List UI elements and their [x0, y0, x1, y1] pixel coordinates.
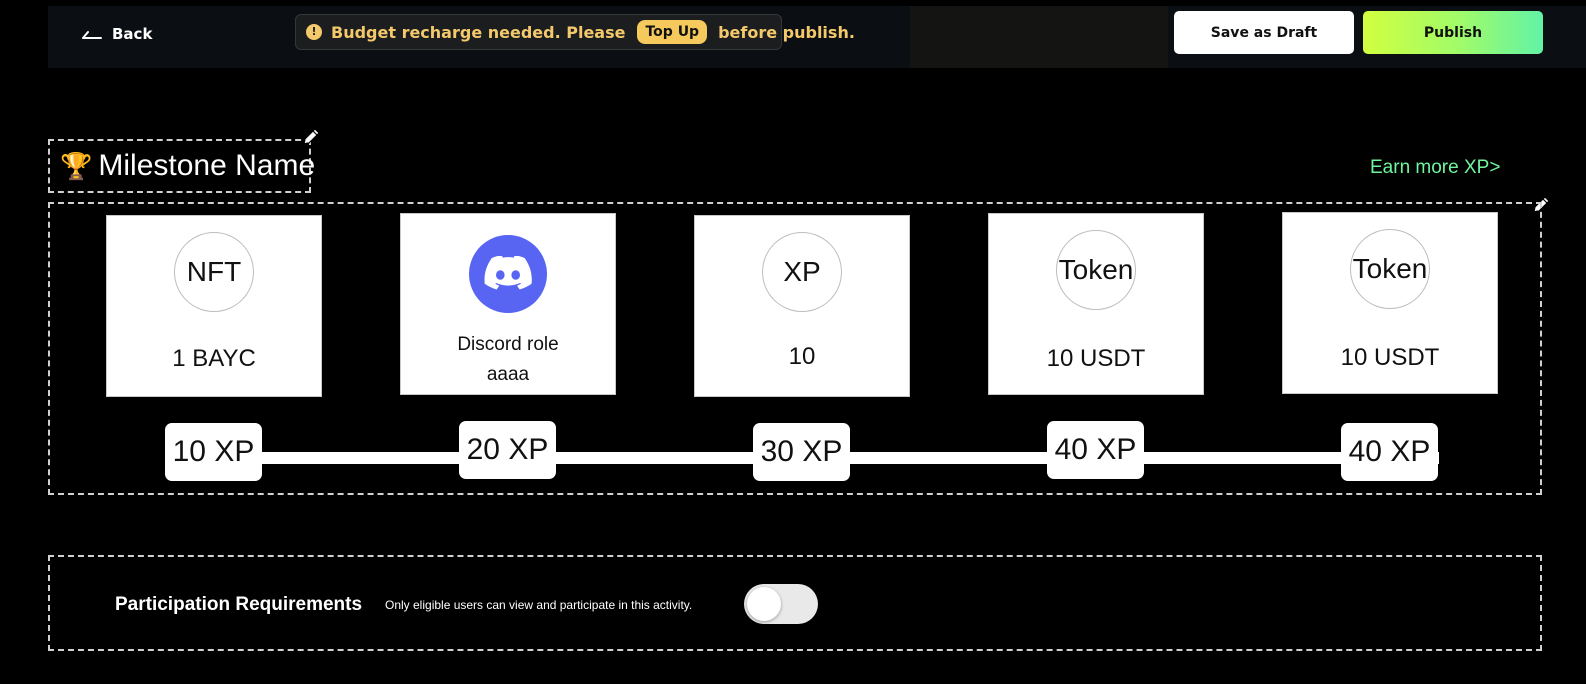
trophy-icon: 🏆: [60, 151, 93, 181]
xp-threshold[interactable]: 40 XP: [1047, 421, 1144, 479]
xp-badge-icon: XP: [762, 232, 842, 312]
milestone-title-box[interactable]: 🏆 Milestone Name: [48, 139, 315, 193]
participation-toggle[interactable]: [744, 584, 818, 624]
xp-threshold[interactable]: 10 XP: [165, 423, 262, 481]
participation-description: Only eligible users can view and partici…: [385, 598, 693, 612]
notice-text-before: Budget recharge needed. Please: [331, 22, 626, 42]
xp-threshold[interactable]: 20 XP: [459, 421, 556, 479]
arrow-left-icon: [82, 28, 102, 40]
warning-icon: !: [306, 24, 322, 40]
participation-requirements: Participation Requirements Only eligible…: [48, 555, 1542, 651]
xp-threshold[interactable]: 40 XP: [1341, 423, 1438, 481]
back-button[interactable]: Back: [82, 23, 152, 45]
toggle-knob[interactable]: [747, 587, 781, 621]
reward-card-xp[interactable]: XP 10: [694, 215, 910, 397]
edit-title-icon[interactable]: [300, 126, 322, 153]
xp-threshold[interactable]: 30 XP: [753, 423, 850, 481]
top-bar: Back ! Budget recharge needed. Please To…: [48, 6, 1586, 68]
reward-card-nft[interactable]: NFT 1 BAYC: [106, 215, 322, 397]
reward-card-discord[interactable]: Discord role aaaa: [400, 213, 616, 395]
reward-label: 10: [788, 343, 816, 370]
token-badge-icon: Token: [1350, 229, 1430, 309]
reward-label-line1: Discord role: [457, 334, 559, 355]
save-draft-button[interactable]: Save as Draft: [1174, 11, 1354, 54]
reward-label-line2: aaaa: [486, 364, 530, 385]
reward-card-token[interactable]: Token 10 USDT: [1282, 212, 1498, 394]
budget-notice: ! Budget recharge needed. Please Top Up …: [295, 14, 855, 50]
discord-icon: [469, 235, 547, 313]
notice-text-after: before publish.: [718, 22, 855, 42]
reward-card-token[interactable]: Token 10 USDT: [988, 213, 1204, 395]
token-badge-icon: Token: [1056, 230, 1136, 310]
milestone-title: Milestone Name: [98, 149, 316, 182]
top-bar-shade: [910, 6, 1168, 68]
milestone-rewards: NFT 1 BAYC Discord role aaaa XP 10 Token…: [48, 202, 1542, 495]
reward-label: 10 USDT: [1340, 344, 1440, 371]
earn-more-xp-link[interactable]: Earn more XP>: [1370, 157, 1500, 179]
reward-label: 1 BAYC: [172, 345, 256, 372]
reward-label: 10 USDT: [1046, 345, 1146, 372]
top-up-button[interactable]: Top Up: [637, 20, 708, 44]
participation-title: Participation Requirements: [115, 594, 363, 615]
back-label: Back: [112, 25, 153, 43]
nft-badge-icon: NFT: [174, 232, 254, 312]
publish-button[interactable]: Publish: [1363, 11, 1543, 54]
